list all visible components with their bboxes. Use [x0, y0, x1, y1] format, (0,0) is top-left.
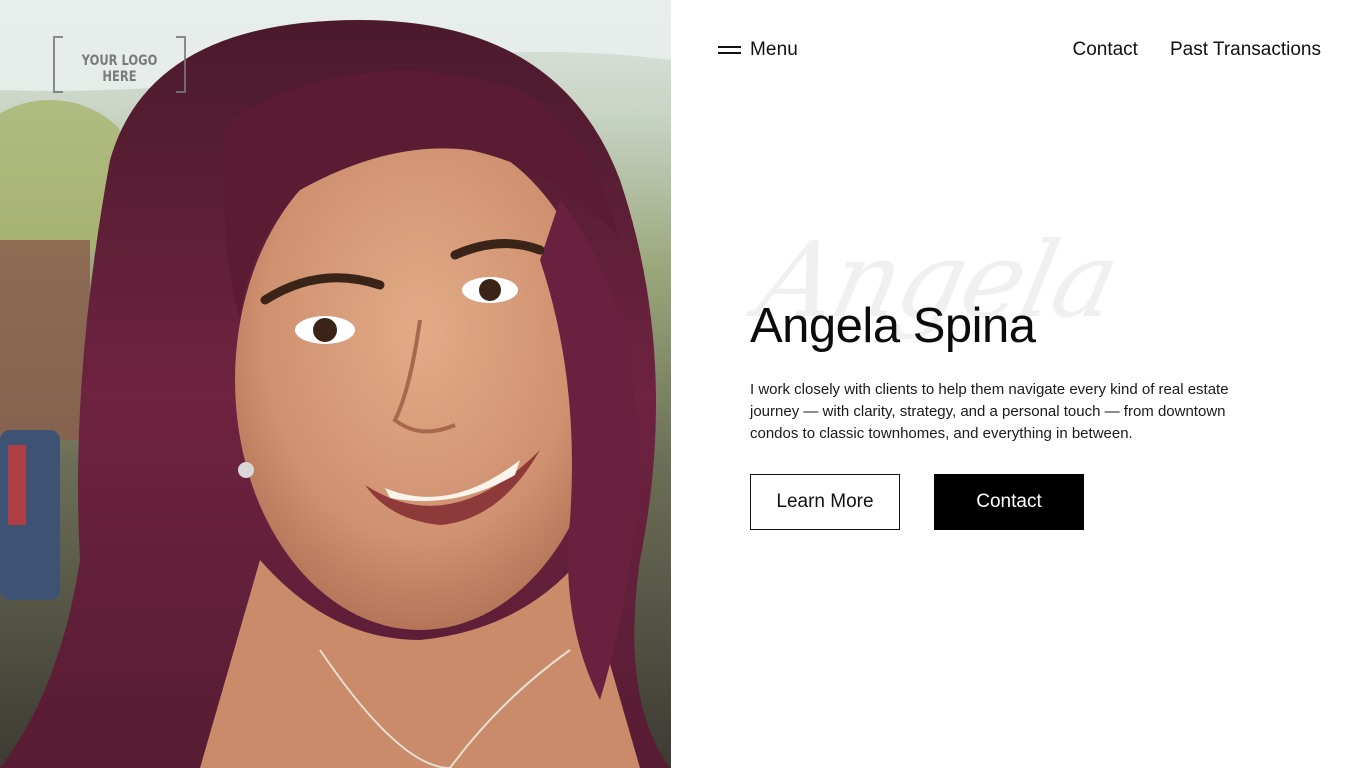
portrait-illustration	[0, 0, 671, 768]
nav-links: Contact Past Transactions	[1040, 36, 1321, 64]
hero-buttons: Learn More Contact	[750, 474, 1084, 530]
logo-bracket-right	[176, 36, 186, 93]
menu-label: Menu	[750, 39, 798, 60]
page: YOUR LOGO HERE Menu Contact Past Transac…	[0, 0, 1366, 768]
learn-more-button[interactable]: Learn More	[750, 474, 900, 530]
hero-description: I work closely with clients to help them…	[750, 381, 1229, 442]
hamburger-icon	[718, 45, 741, 55]
menu-button[interactable]: Menu	[718, 36, 798, 64]
portrait-photo: YOUR LOGO HERE	[0, 0, 671, 768]
logo-text: YOUR LOGO HERE	[81, 53, 158, 85]
nav-link-past-transactions[interactable]: Past Transactions	[1170, 39, 1321, 61]
top-navigation: Menu Contact Past Transactions	[671, 0, 1366, 100]
logo-bracket-left	[53, 36, 63, 93]
contact-button[interactable]: Contact	[934, 474, 1084, 530]
site-logo[interactable]: YOUR LOGO HERE	[53, 36, 186, 93]
nav-link-contact[interactable]: Contact	[1072, 39, 1137, 61]
page-title: Angela Spina	[750, 299, 1036, 353]
